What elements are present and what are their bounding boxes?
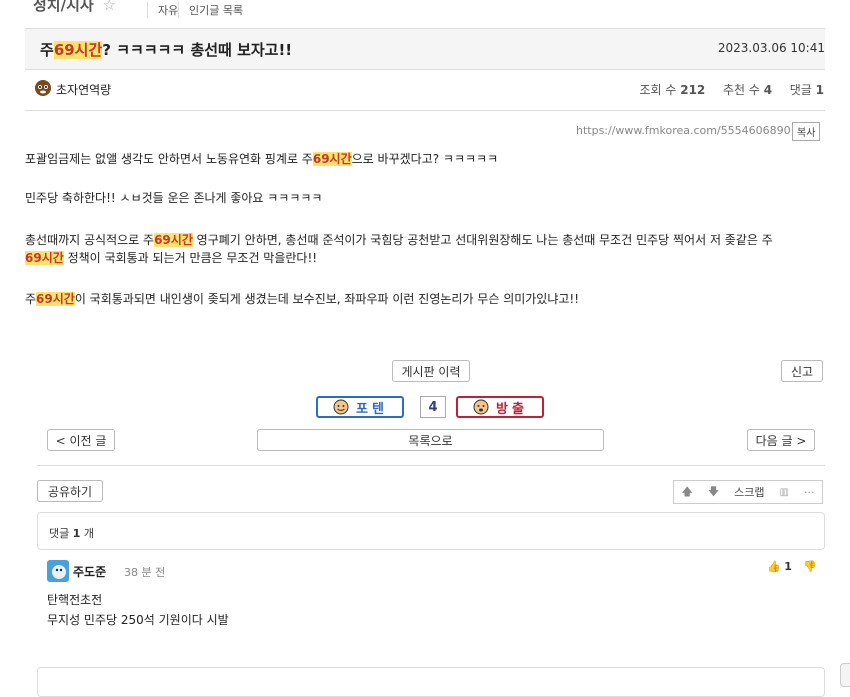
body-line-1: 포괄임금제는 없앨 생각도 안하면서 노동유연화 핑계로 주69시간으로 바꾸겠…: [25, 150, 825, 168]
body-line-5: 주69시간이 국회통과되면 내인생이 좆되게 생겼는데 보수진보, 좌파우파 이…: [25, 290, 825, 308]
comment-author[interactable]: 주도준: [73, 563, 106, 580]
board-history-button[interactable]: 게시판 이력: [392, 360, 470, 382]
body-text: 이 국회통과되면 내인생이 좆되게 생겼는데 보수진보, 좌파우파 이런 진영논…: [74, 292, 580, 306]
copy-url-button[interactable]: 복사: [792, 122, 821, 141]
board-title[interactable]: 정치/시사: [33, 0, 94, 14]
recommend-count: 4: [763, 83, 773, 97]
body-text: 주: [25, 292, 37, 306]
comment-line-1: 탄핵전초전: [47, 593, 103, 607]
body-highlight: 69시간: [312, 152, 352, 166]
arrow-up-icon[interactable]: 🡅: [682, 483, 693, 502]
comment-avatar[interactable]: [47, 560, 69, 582]
thumbs-up-icon: 👍: [767, 560, 781, 573]
comment-line-2: 무지성 민주당 250석 기원이다 시발: [47, 613, 229, 627]
comment-count-suffix: 개: [83, 527, 95, 540]
more-icon[interactable]: ···: [804, 486, 815, 499]
title-suffix: ? ㅋㅋㅋㅋㅋ 총선때 보자고!!: [102, 41, 293, 59]
share-button[interactable]: 공유하기: [37, 480, 103, 502]
body-text: 포괄임금제는 없앨 생각도 안하면서 노동유연화 핑계로 주: [25, 152, 313, 166]
comment-count-number: 1: [72, 527, 81, 540]
body-text: 총선때까지 공식적으로 주: [25, 233, 155, 247]
comments-label: 댓글: [789, 83, 812, 97]
post-date: 2023.03.06 10:41: [717, 41, 825, 55]
report-button[interactable]: 신고: [781, 360, 823, 382]
author-avatar[interactable]: [33, 79, 53, 97]
comment-count-prefix: 댓글: [49, 527, 70, 540]
vote-count: 4: [420, 396, 446, 418]
comment-count-box: 댓글 1 개: [37, 512, 825, 550]
comment-like-count: 1: [784, 560, 792, 573]
comment-time: 38 분 전: [124, 566, 166, 579]
stats-icon[interactable]: ▥: [780, 487, 789, 498]
body-text: 정책이 국회통과 되는거 만큼은 무조건 막을란다!!: [63, 251, 318, 265]
body-highlight: 69시간: [36, 292, 75, 306]
title-prefix: 주: [40, 41, 54, 59]
thumbs-down-icon[interactable]: 👎: [803, 560, 817, 573]
prev-post-button[interactable]: < 이전 글: [47, 429, 115, 451]
body-highlight: 69시간: [25, 251, 64, 265]
avatar-icon: [35, 80, 51, 96]
board-tab-free[interactable]: 자유: [147, 2, 178, 18]
banish-label: 방출: [496, 401, 528, 417]
arrow-down-icon[interactable]: 🡇: [708, 483, 719, 502]
body-line-2: 민주당 축하한다!! ㅅㅂ것들 운은 존나게 좋아요 ㅋㅋㅋㅋㅋ: [25, 191, 323, 205]
smile-face-icon: [333, 399, 349, 415]
recommend-label: 추천 수: [722, 83, 760, 97]
post-url[interactable]: https://www.fmkorea.com/5554606890: [576, 124, 791, 137]
post-title: 주69시간? ㅋㅋㅋㅋㅋ 총선때 보자고!!: [40, 39, 292, 60]
poten-label: 포텐: [356, 401, 388, 417]
comment-like[interactable]: 👍 1: [767, 560, 792, 573]
post-stats: 조회 수 212 추천 수 4 댓글 1: [639, 81, 824, 98]
body-line-4: 69시간 정책이 국회통과 되는거 만큼은 무조건 막을란다!!: [25, 249, 825, 267]
views-count: 212: [680, 83, 706, 97]
list-button[interactable]: 목록으로: [257, 429, 604, 451]
title-highlight: 69시간: [53, 41, 103, 59]
divider: [37, 465, 825, 466]
star-icon[interactable]: ☆: [102, 0, 115, 14]
post-title-bar: 주69시간? ㅋㅋㅋㅋㅋ 총선때 보자고!! 2023.03.06 10:41: [25, 28, 825, 70]
body-line-3: 총선때까지 공식적으로 주69시간 영구폐기 안하면, 총선때 준석이가 국힘당…: [25, 231, 825, 249]
author-name[interactable]: 초자연역량: [56, 81, 111, 98]
views-label: 조회 수: [639, 83, 677, 97]
board-tab-popular[interactable]: 인기글 목록: [178, 2, 243, 18]
board-header: 정치/시사 ☆: [33, 0, 116, 15]
body-text: 으로 바꾸겠다고? ㅋㅋㅋㅋㅋ: [351, 152, 499, 166]
comment-input-box[interactable]: [37, 667, 825, 697]
scroll-edge-handle[interactable]: [840, 663, 850, 687]
comments-count: 1: [815, 83, 824, 97]
scrap-button[interactable]: 스크랩: [734, 484, 764, 500]
body-text: 영구폐기 안하면, 총선때 준석이가 국힘당 공천받고 선대위원장해도 나는 총…: [192, 233, 773, 247]
post-tools: 🡅 🡇 스크랩 ▥ ···: [673, 480, 823, 504]
body-highlight: 69시간: [154, 233, 193, 247]
avatar-icon: [47, 560, 69, 582]
angry-face-icon: [473, 399, 489, 415]
comment-count: 댓글 1 개: [49, 525, 94, 541]
banish-button[interactable]: 방출: [456, 396, 544, 418]
next-post-button[interactable]: 다음 글 >: [747, 429, 815, 451]
divider: [25, 110, 825, 111]
poten-button[interactable]: 포텐: [316, 396, 404, 418]
